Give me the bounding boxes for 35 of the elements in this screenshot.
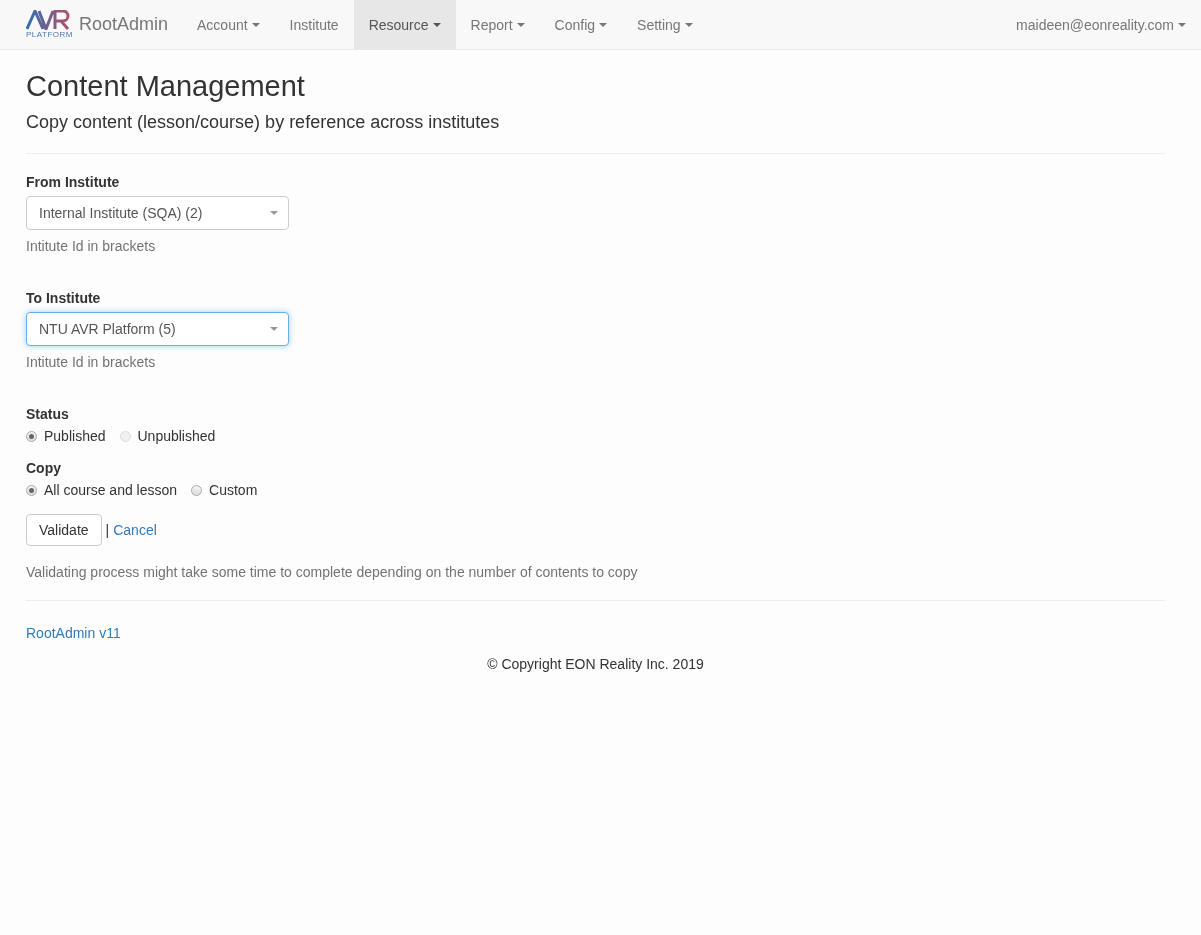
brand-link[interactable]: RootAdmin bbox=[78, 14, 168, 35]
radio-label: All course and lesson bbox=[44, 482, 178, 498]
radio-button[interactable] bbox=[26, 430, 37, 442]
nav-menu-item[interactable]: Institute bbox=[274, 0, 354, 49]
group-label: Status bbox=[26, 406, 70, 422]
select-field[interactable]: Internal Institute (SQA) (2) bbox=[26, 196, 289, 230]
separator-text: | bbox=[105, 522, 110, 538]
nav-menu-item[interactable]: Setting bbox=[622, 0, 708, 49]
group-label: Copy bbox=[26, 460, 62, 476]
version-link[interactable]: RootAdmin v11 bbox=[26, 625, 121, 641]
field-label: To Institute bbox=[26, 290, 102, 306]
radio-label: Custom bbox=[209, 482, 258, 498]
nav-menu-item[interactable]: maideen@eonreality.com bbox=[1001, 0, 1186, 49]
help-text: Intitute Id in brackets bbox=[26, 238, 157, 254]
select-field[interactable]: NTU AVR Platform (5) bbox=[26, 312, 289, 346]
page-title: Content Management bbox=[26, 70, 306, 103]
nav-menu-item[interactable]: Report bbox=[455, 0, 540, 49]
logo-icon bbox=[26, 10, 70, 30]
copyright-text: © Copyright EON Reality Inc. 2019 bbox=[486, 656, 705, 672]
radio-label: Published bbox=[44, 428, 106, 444]
nav-menu-item[interactable]: Config bbox=[539, 0, 623, 49]
nav-menu-item[interactable]: Resource bbox=[353, 0, 456, 49]
radio-button[interactable] bbox=[26, 484, 37, 496]
page-subtitle: Copy content (lesson/course) by reference across institutes bbox=[26, 112, 501, 133]
radio-label: Unpublished bbox=[137, 428, 216, 444]
field-label: From Institute bbox=[26, 174, 121, 190]
help-text: Intitute Id in brackets bbox=[26, 354, 157, 370]
validate-button[interactable]: Validate bbox=[26, 514, 102, 546]
note-text: Validating process might take some time to complete depending on the number of contents to copy bbox=[26, 564, 639, 580]
cancel-link[interactable]: Cancel bbox=[113, 522, 157, 538]
nav-menu-item[interactable]: Account bbox=[182, 0, 275, 49]
caret-icon bbox=[270, 211, 278, 215]
caret-icon bbox=[270, 327, 278, 331]
radio-button[interactable] bbox=[191, 484, 203, 496]
logo-caption: PLATFORM bbox=[26, 30, 73, 39]
